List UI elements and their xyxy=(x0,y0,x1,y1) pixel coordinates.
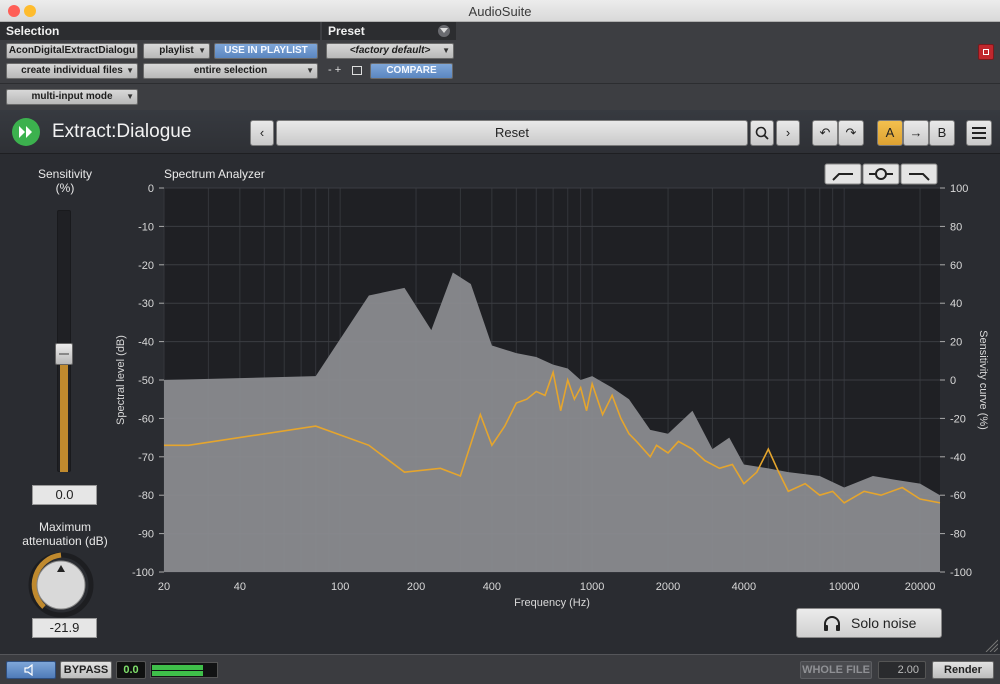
y2-tick-label: 100 xyxy=(950,183,968,195)
sensitivity-slider-thumb[interactable] xyxy=(55,343,73,366)
plugin-power-icon[interactable] xyxy=(978,44,994,60)
preset-name-field[interactable]: Reset xyxy=(276,120,748,146)
selection-label: Selection xyxy=(6,24,60,38)
next-preset-button[interactable]: › xyxy=(776,120,800,146)
previous-preset-button[interactable]: ‹ xyxy=(250,120,274,146)
y2-tick-label: -20 xyxy=(950,413,966,425)
ab-copy-arrow-button[interactable]: → xyxy=(903,120,929,146)
meter-value: 0.0 xyxy=(116,661,146,679)
x-tick-label: 1000 xyxy=(580,581,604,593)
x-tick-label: 2000 xyxy=(656,581,680,593)
level-meter-bar-top xyxy=(152,665,203,670)
y2-tick-label: -40 xyxy=(950,452,966,464)
ab-a-button[interactable]: A xyxy=(877,120,903,146)
resize-grip-icon[interactable] xyxy=(984,638,998,652)
filter-highcut-icon[interactable] xyxy=(900,163,938,185)
file-mode-select[interactable]: create individual files ▼ xyxy=(6,63,138,79)
y-tick-label: -100 xyxy=(132,567,154,579)
headphones-icon xyxy=(824,616,840,631)
preset-menu-icon[interactable] xyxy=(438,25,450,37)
window-title-bar: AudioSuite xyxy=(0,0,1000,22)
y2-axis-label: Sensitivity curve (%) xyxy=(977,330,989,430)
filter-lowcut-icon[interactable] xyxy=(824,163,862,185)
audiosuite-header: Selection Preset AconDigitalExtractDialo… xyxy=(0,22,1000,110)
x-tick-label: 200 xyxy=(407,581,425,593)
plugin-toolbar: Extract:Dialogue ‹ Reset › ↶ ↷ A → B xyxy=(0,110,1000,154)
y2-tick-label: -60 xyxy=(950,490,966,502)
redo-icon[interactable]: ↷ xyxy=(838,120,864,146)
playlist-select[interactable]: playlist ▼ xyxy=(143,43,210,59)
preset-select[interactable]: <factory default> ▼ xyxy=(326,43,454,59)
y-tick-label: -40 xyxy=(138,337,154,349)
plugin-name: Extract:Dialogue xyxy=(52,121,192,142)
audition-speaker-icon[interactable] xyxy=(6,661,56,679)
handle-length-field[interactable]: 2.00 xyxy=(878,661,926,679)
input-mode-select[interactable]: multi-input mode ▼ xyxy=(6,89,138,105)
whole-file-button[interactable]: WHOLE FILE xyxy=(800,661,872,679)
y-tick-label: -50 xyxy=(138,375,154,387)
plugin-select[interactable]: AconDigitalExtractDialogu xyxy=(6,43,138,59)
preset-label: Preset xyxy=(328,24,365,38)
x-tick-label: 40 xyxy=(234,581,246,593)
y-axis-label: Spectral level (dB) xyxy=(115,335,127,425)
y-tick-label: -70 xyxy=(138,452,154,464)
y-tick-label: -20 xyxy=(138,260,154,272)
max-attenuation-knob[interactable] xyxy=(28,552,94,618)
y2-tick-label: 80 xyxy=(950,221,962,233)
y-tick-label: -80 xyxy=(138,490,154,502)
x-axis-label: Frequency (Hz) xyxy=(514,597,590,609)
hamburger-menu-icon[interactable] xyxy=(966,120,992,146)
y2-tick-label: 0 xyxy=(950,375,956,387)
bottom-bar: BYPASS 0.0 WHOLE FILE 2.00 Render xyxy=(0,654,1000,684)
max-attenuation-value[interactable]: -21.9 xyxy=(32,618,97,638)
ab-b-button[interactable]: B xyxy=(929,120,955,146)
render-button[interactable]: Render xyxy=(932,661,994,679)
x-tick-label: 20000 xyxy=(905,581,936,593)
y2-tick-label: -80 xyxy=(950,529,966,541)
window-title: AudioSuite xyxy=(468,4,532,19)
selection-mode-select[interactable]: entire selection ▼ xyxy=(143,63,318,79)
x-tick-label: 10000 xyxy=(829,581,860,593)
y2-tick-label: 20 xyxy=(950,337,962,349)
search-icon[interactable] xyxy=(750,120,774,146)
extract-dialogue-logo-icon xyxy=(12,118,40,146)
chart-title: Spectrum Analyzer xyxy=(164,167,265,181)
y-tick-label: -90 xyxy=(138,529,154,541)
x-tick-label: 400 xyxy=(483,581,501,593)
plugin-window: Extract:Dialogue ‹ Reset › ↶ ↷ A → B Sen… xyxy=(0,110,1000,654)
x-tick-label: 4000 xyxy=(732,581,756,593)
y-tick-label: -10 xyxy=(138,221,154,233)
y-tick-label: -30 xyxy=(138,298,154,310)
level-meter xyxy=(150,662,218,678)
copy-settings-icon[interactable] xyxy=(352,66,362,75)
compare-button[interactable]: COMPARE xyxy=(370,63,453,79)
solo-noise-button[interactable]: Solo noise xyxy=(796,608,942,638)
use-in-playlist-button[interactable]: USE IN PLAYLIST xyxy=(214,43,318,59)
spectrum-analyzer: 0 -10 -20 -30 -40 -50 -60 -70 -80 -90 -100 100 80 60 4… xyxy=(110,162,1000,612)
spectrum-chart[interactable]: 0 -10 -20 -30 -40 -50 -60 -70 -80 -90 -100 100 80 60 4… xyxy=(110,162,1000,612)
y2-tick-label: -100 xyxy=(950,567,972,579)
y-tick-label: -60 xyxy=(138,413,154,425)
y2-tick-label: 60 xyxy=(950,260,962,272)
y2-tick-label: 40 xyxy=(950,298,962,310)
level-meter-bar-bottom xyxy=(152,671,203,676)
filter-bell-icon[interactable] xyxy=(862,163,900,185)
sensitivity-value[interactable]: 0.0 xyxy=(32,485,97,505)
x-tick-label: 20 xyxy=(158,581,170,593)
x-tick-label: 100 xyxy=(331,581,349,593)
undo-icon[interactable]: ↶ xyxy=(812,120,838,146)
y-tick-label: 0 xyxy=(148,183,154,195)
sensitivity-slider-fill xyxy=(60,354,68,472)
bypass-button[interactable]: BYPASS xyxy=(60,661,112,679)
preset-add-remove[interactable]: - + xyxy=(328,64,341,76)
